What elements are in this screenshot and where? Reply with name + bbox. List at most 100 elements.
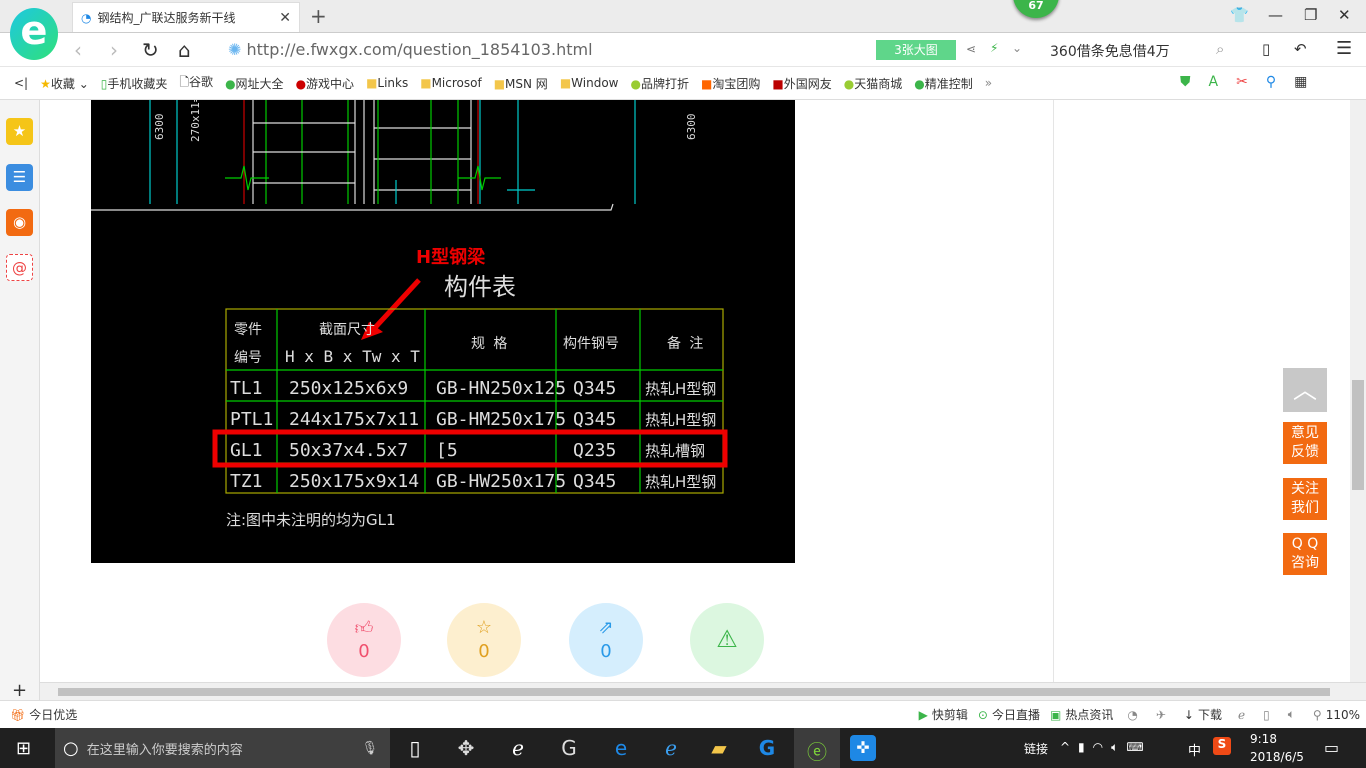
shield-icon[interactable]: ⛊ bbox=[1180, 74, 1191, 90]
bookmark-item[interactable]: ●品牌打折 bbox=[630, 75, 689, 92]
status-item[interactable]: 热点资讯 bbox=[1065, 706, 1113, 723]
url-input[interactable]: ✺ http://e.fwxgx.com/question_1854103.ht… bbox=[228, 40, 593, 59]
glodon-icon[interactable]: G bbox=[752, 736, 782, 760]
horizontal-scroll-thumb[interactable] bbox=[58, 688, 1330, 696]
minimize-button[interactable]: — bbox=[1268, 6, 1283, 24]
qq-consult-button[interactable]: Q Q 咨询 bbox=[1283, 533, 1327, 575]
clock-date[interactable]: 2018/6/5 bbox=[1250, 750, 1304, 764]
task-view-icon[interactable]: ▯ bbox=[400, 736, 430, 760]
bookmark-favorites[interactable]: ★收藏 ⌄ bbox=[40, 75, 89, 92]
header-cell: 编号 bbox=[234, 350, 262, 366]
link-label[interactable]: 链接 bbox=[1024, 740, 1048, 757]
weibo-icon[interactable]: ◉ bbox=[6, 209, 33, 236]
forward-icon[interactable]: › bbox=[110, 38, 118, 62]
reload-icon[interactable]: ↻ bbox=[142, 38, 159, 62]
status-item[interactable]: 今日直播 bbox=[992, 706, 1040, 723]
bookmark-folder[interactable]: ■Window bbox=[560, 76, 619, 90]
window-icon[interactable]: ▯ bbox=[1263, 708, 1270, 722]
undo-icon[interactable]: ↶ bbox=[1294, 40, 1307, 58]
tab-active[interactable]: ◔ 钢结构_广联达服务新干线 ✕ bbox=[72, 2, 300, 32]
table-cell: 热轧H型钢 bbox=[645, 380, 716, 398]
news-icon[interactable]: ☰ bbox=[6, 164, 33, 191]
follow-us-button[interactable]: 关注 我们 bbox=[1283, 478, 1327, 520]
annotation-label: H型钢梁 bbox=[416, 246, 486, 268]
bookmark-item[interactable]: ■淘宝团购 bbox=[701, 75, 760, 92]
table-cell: GB-HW250x175 bbox=[436, 471, 566, 492]
app-icon[interactable]: ✜ bbox=[850, 735, 876, 761]
favorite-button[interactable]: ☆ 0 bbox=[447, 603, 521, 677]
search-icon[interactable]: ⌕ bbox=[1216, 40, 1224, 58]
sogou-icon[interactable]: S bbox=[1213, 737, 1231, 755]
scissors-icon[interactable]: ✂ bbox=[1236, 74, 1248, 90]
ie-icon[interactable]: ℯ bbox=[1238, 708, 1245, 722]
taskbar-search[interactable]: ○ 在这里输入你要搜索的内容 🎙︎ bbox=[55, 728, 390, 768]
dimension-label: 6300 bbox=[685, 114, 698, 141]
feedback-button[interactable]: 意见 反馈 bbox=[1283, 422, 1327, 464]
vertical-scroll-thumb[interactable] bbox=[1352, 380, 1364, 490]
edge-icon[interactable]: e bbox=[606, 736, 636, 760]
bookmark-folder[interactable]: ■Microsof bbox=[420, 76, 481, 90]
bookmark-folder[interactable]: ■Links bbox=[366, 76, 408, 90]
zoom-level[interactable]: 110% bbox=[1326, 708, 1360, 722]
phone-icon[interactable]: ▯ bbox=[1262, 40, 1270, 58]
file-explorer-icon[interactable]: ▰ bbox=[704, 736, 734, 760]
close-window-button[interactable]: ✕ bbox=[1338, 6, 1351, 24]
back-to-top-button[interactable]: ︿ bbox=[1283, 368, 1327, 412]
like-button[interactable]: 👍︎ 0 bbox=[327, 603, 401, 677]
windows-start-icon[interactable]: ⊞ bbox=[16, 738, 31, 759]
favorites-icon[interactable]: ★ bbox=[6, 118, 33, 145]
today-picks[interactable]: 今日优选 bbox=[29, 706, 77, 723]
key-icon[interactable]: ⚲ bbox=[1266, 74, 1276, 90]
download-item[interactable]: 下载 bbox=[1198, 706, 1222, 723]
tray-icons[interactable]: ^▮◠🔈︎⌨︎ bbox=[1060, 740, 1152, 755]
chevron-down-icon[interactable]: ⌄ bbox=[1012, 41, 1022, 55]
home-icon[interactable]: ⌂ bbox=[178, 38, 191, 62]
bookmark-item[interactable]: 🗋谷歌 bbox=[179, 73, 213, 94]
notification-icon[interactable]: ▭ bbox=[1324, 738, 1339, 757]
status-item[interactable]: 快剪辑 bbox=[932, 706, 968, 723]
app-icon[interactable]: ✥ bbox=[451, 736, 481, 760]
mic-icon[interactable]: 🎙︎ bbox=[361, 741, 378, 756]
back-icon[interactable]: ‹ bbox=[74, 38, 82, 62]
close-tab-icon[interactable]: ✕ bbox=[279, 10, 291, 26]
pin-icon[interactable]: ✈ bbox=[1156, 708, 1166, 722]
speed-icon[interactable]: ◔ bbox=[1127, 708, 1137, 722]
bookmark-item[interactable]: ●游戏中心 bbox=[296, 75, 355, 92]
report-button[interactable]: ⚠ bbox=[690, 603, 764, 677]
dimension-label: 6300 bbox=[153, 114, 166, 141]
big-pic-button[interactable]: 3张大图 bbox=[876, 40, 956, 60]
ime-indicator[interactable]: 中 bbox=[1188, 740, 1201, 759]
bookmark-item[interactable]: ●天猫商城 bbox=[844, 75, 903, 92]
table-cell: 250x175x9x14 bbox=[289, 471, 419, 492]
search-promo[interactable]: 360借条免息借4万 bbox=[1050, 41, 1170, 61]
bookmark-folder[interactable]: ■MSN 网 bbox=[494, 75, 548, 92]
dimension-label: 270x11= bbox=[189, 100, 202, 142]
skin-icon[interactable]: 👕 bbox=[1230, 6, 1249, 24]
bookmark-item[interactable]: ■外国网友 bbox=[772, 75, 831, 92]
email-icon[interactable]: @ bbox=[6, 254, 33, 281]
lightning-icon[interactable]: ⚡ bbox=[990, 41, 998, 55]
more-bookmarks[interactable]: » bbox=[985, 76, 992, 90]
browser-logo[interactable]: e bbox=[10, 8, 58, 60]
share-button[interactable]: ⇗ 0 bbox=[569, 603, 643, 677]
table-cell: [5 bbox=[436, 440, 458, 461]
bookmark-item[interactable]: ●网址大全 bbox=[225, 75, 284, 92]
zoom-icon[interactable]: ⚲ bbox=[1313, 708, 1322, 722]
ie-icon[interactable]: ℯ bbox=[656, 736, 686, 760]
ie-app-icon[interactable]: ℯ bbox=[503, 736, 533, 760]
bookmark-item[interactable]: ●精准控制 bbox=[914, 75, 973, 92]
volume-icon[interactable]: 🔈︎ bbox=[1288, 707, 1295, 722]
add-sidebar-icon[interactable]: + bbox=[12, 680, 27, 701]
translate-icon[interactable]: A bbox=[1209, 74, 1219, 90]
bookmark-item[interactable]: ▯手机收藏夹 bbox=[101, 75, 168, 92]
restore-button[interactable]: ❐ bbox=[1304, 6, 1317, 24]
active-task[interactable]: ⓔ bbox=[794, 728, 840, 768]
apps-icon[interactable]: ▦ bbox=[1294, 74, 1307, 90]
menu-icon[interactable]: ☰ bbox=[1336, 38, 1352, 59]
annotation-arrow bbox=[369, 278, 421, 334]
app-icon[interactable]: G bbox=[554, 736, 584, 760]
collapse-icon[interactable]: <| bbox=[14, 76, 28, 90]
new-tab-button[interactable]: + bbox=[310, 4, 327, 28]
share-icon[interactable]: ⋖ bbox=[966, 42, 976, 56]
clock-time[interactable]: 9:18 bbox=[1250, 732, 1277, 746]
